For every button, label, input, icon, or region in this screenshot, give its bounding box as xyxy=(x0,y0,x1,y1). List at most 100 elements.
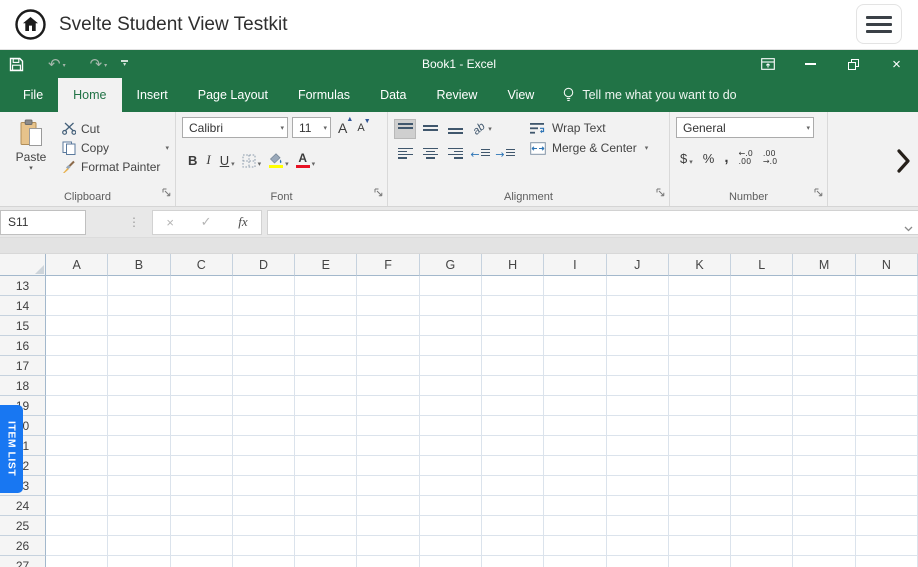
center-button[interactable] xyxy=(419,144,441,164)
grid-cell[interactable] xyxy=(482,276,544,296)
row-header[interactable]: 13 xyxy=(0,276,46,296)
font-color-button[interactable]: A ▾ xyxy=(296,153,316,169)
grid-cell[interactable] xyxy=(856,336,918,356)
grid-cell[interactable] xyxy=(171,296,233,316)
grid-cell[interactable] xyxy=(420,416,482,436)
grid-cell[interactable] xyxy=(856,376,918,396)
grid-cell[interactable] xyxy=(108,416,170,436)
increase-font-size-button[interactable]: A▲ xyxy=(335,120,350,136)
grid-cell[interactable] xyxy=(669,416,731,436)
grid-cell[interactable] xyxy=(793,536,855,556)
grid-cell[interactable] xyxy=(669,316,731,336)
grid-cell[interactable] xyxy=(171,536,233,556)
grid-cell[interactable] xyxy=(108,296,170,316)
grid-cell[interactable] xyxy=(856,356,918,376)
grid-cell[interactable] xyxy=(357,356,419,376)
insert-function-button[interactable]: fx xyxy=(238,214,247,230)
grid-cell[interactable] xyxy=(357,556,419,567)
grid-cell[interactable] xyxy=(233,456,295,476)
grid-cell[interactable] xyxy=(108,396,170,416)
grid-cell[interactable] xyxy=(607,536,669,556)
grid-cell[interactable] xyxy=(731,276,793,296)
column-header[interactable]: I xyxy=(544,254,606,276)
grid-cell[interactable] xyxy=(108,476,170,496)
grid-cell[interactable] xyxy=(46,316,108,336)
row-header[interactable]: 14 xyxy=(0,296,46,316)
grid-cell[interactable] xyxy=(856,276,918,296)
grid-cell[interactable] xyxy=(669,496,731,516)
grid-cell[interactable] xyxy=(731,436,793,456)
grid-cell[interactable] xyxy=(607,416,669,436)
grid-cell[interactable] xyxy=(357,376,419,396)
grid-cell[interactable] xyxy=(357,316,419,336)
row-header[interactable]: 24 xyxy=(0,496,46,516)
grid-cell[interactable] xyxy=(171,276,233,296)
grid-cell[interactable] xyxy=(482,396,544,416)
grid-cell[interactable] xyxy=(856,556,918,567)
grid-cell[interactable] xyxy=(793,476,855,496)
grid-cell[interactable] xyxy=(544,376,606,396)
grid-cell[interactable] xyxy=(793,556,855,567)
row-header[interactable]: 18 xyxy=(0,376,46,396)
grid-cell[interactable] xyxy=(856,416,918,436)
grid-cell[interactable] xyxy=(731,376,793,396)
grid-cell[interactable] xyxy=(731,516,793,536)
grid-cell[interactable] xyxy=(420,476,482,496)
grid-cell[interactable] xyxy=(295,276,357,296)
grid-cell[interactable] xyxy=(669,356,731,376)
increase-indent-button[interactable]: → xyxy=(494,144,516,164)
enter-button[interactable]: ✓ xyxy=(201,214,212,230)
grid-cell[interactable] xyxy=(482,316,544,336)
grid-cell[interactable] xyxy=(856,536,918,556)
grid-cell[interactable] xyxy=(295,436,357,456)
row-header[interactable]: 15 xyxy=(0,316,46,336)
grid-cell[interactable] xyxy=(607,296,669,316)
column-header[interactable]: N xyxy=(856,254,918,276)
bold-button[interactable]: B xyxy=(188,153,197,168)
grid-cell[interactable] xyxy=(295,416,357,436)
grid-cell[interactable] xyxy=(295,476,357,496)
grid-cell[interactable] xyxy=(108,456,170,476)
italic-button[interactable]: I xyxy=(204,152,212,168)
restore-button[interactable] xyxy=(832,50,875,78)
grid-cell[interactable] xyxy=(233,376,295,396)
grid-cell[interactable] xyxy=(171,356,233,376)
grid-cell[interactable] xyxy=(856,296,918,316)
ribbon-next-chevron-icon[interactable] xyxy=(896,148,911,179)
grid-cell[interactable] xyxy=(420,336,482,356)
grid-cell[interactable] xyxy=(357,456,419,476)
grid-cell[interactable] xyxy=(295,316,357,336)
clipboard-dialog-launcher[interactable] xyxy=(162,184,171,202)
grid-cell[interactable] xyxy=(420,436,482,456)
grid-cell[interactable] xyxy=(669,516,731,536)
decrease-indent-button[interactable]: ← xyxy=(469,144,491,164)
column-header[interactable]: J xyxy=(607,254,669,276)
grid-cell[interactable] xyxy=(420,496,482,516)
grid-cell[interactable] xyxy=(482,556,544,567)
increase-decimal-button[interactable]: ←.0 .00 xyxy=(738,150,752,166)
grid-cell[interactable] xyxy=(357,396,419,416)
grid-cell[interactable] xyxy=(482,416,544,436)
formula-input[interactable] xyxy=(267,210,918,235)
grid-cell[interactable] xyxy=(295,396,357,416)
grid-cell[interactable] xyxy=(669,536,731,556)
grid-cell[interactable] xyxy=(357,416,419,436)
grid-cell[interactable] xyxy=(108,336,170,356)
grid-cell[interactable] xyxy=(731,356,793,376)
grid-cell[interactable] xyxy=(233,416,295,436)
column-header[interactable]: L xyxy=(731,254,793,276)
grid-cell[interactable] xyxy=(108,356,170,376)
grid-cell[interactable] xyxy=(420,376,482,396)
font-name-select[interactable]: Calibri ▾ xyxy=(182,117,288,138)
tab-insert[interactable]: Insert xyxy=(122,78,183,112)
comma-style-button[interactable]: , xyxy=(724,153,728,163)
column-header[interactable]: A xyxy=(46,254,108,276)
grid-cell[interactable] xyxy=(233,496,295,516)
copy-button[interactable]: Copy ▾ xyxy=(62,139,171,156)
grid-cell[interactable] xyxy=(607,396,669,416)
grid-cell[interactable] xyxy=(669,376,731,396)
grid-cell[interactable] xyxy=(295,516,357,536)
grid-cell[interactable] xyxy=(856,316,918,336)
column-header[interactable]: C xyxy=(171,254,233,276)
grid-cell[interactable] xyxy=(108,276,170,296)
